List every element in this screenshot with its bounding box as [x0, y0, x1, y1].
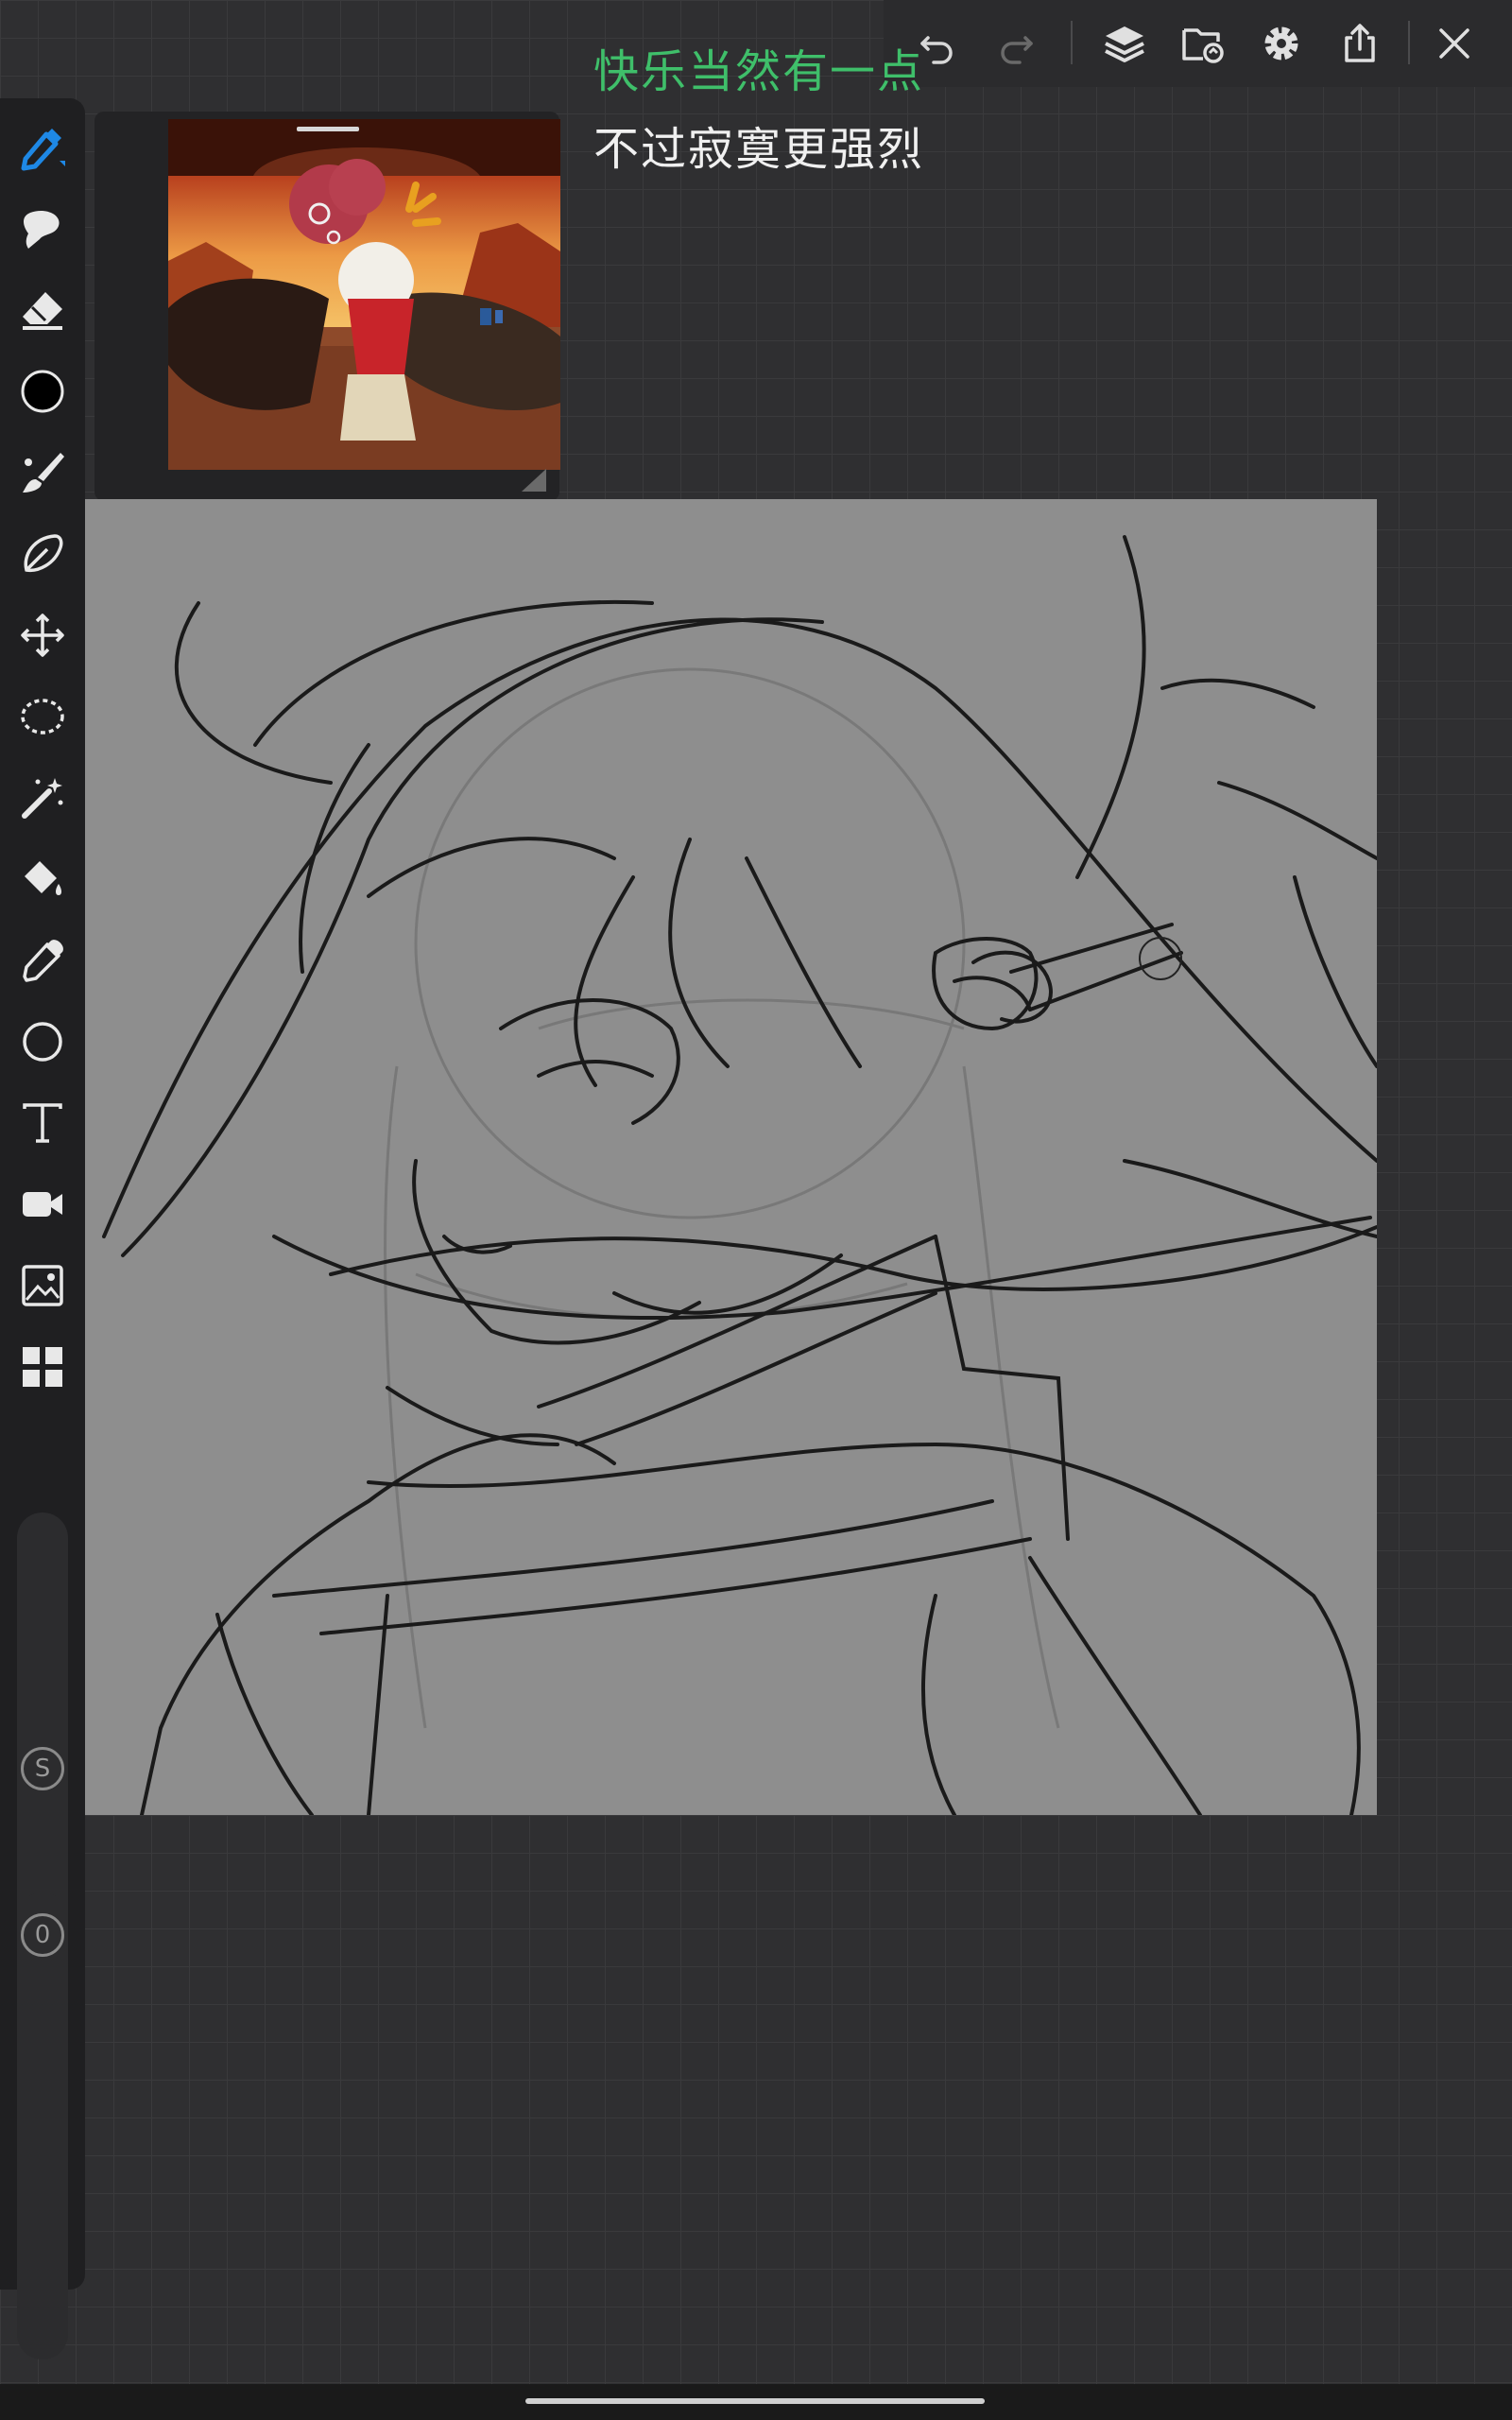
brush-cursor	[1139, 937, 1182, 980]
brush-tool[interactable]	[12, 442, 73, 503]
reference-window[interactable]	[94, 112, 560, 501]
toolbar-separator	[1071, 21, 1073, 64]
lyric-next-line: 不过寂寞更强烈	[593, 123, 925, 176]
lasso-fill-tool[interactable]	[12, 524, 73, 584]
layers-button[interactable]	[1094, 13, 1155, 74]
import-button[interactable]	[1173, 13, 1233, 74]
reference-image	[168, 119, 560, 470]
layers-icon	[1105, 26, 1144, 62]
video-icon	[23, 1192, 62, 1217]
share-icon	[1345, 24, 1375, 62]
gallery-icon	[23, 1347, 62, 1387]
close-icon	[1439, 28, 1469, 59]
shape-icon	[23, 1022, 62, 1062]
gallery-tool[interactable]	[12, 1337, 73, 1397]
share-button[interactable]	[1330, 13, 1390, 74]
lasso-fill-icon	[24, 534, 63, 573]
pen-icon	[21, 129, 65, 171]
eyedropper-icon	[23, 940, 63, 982]
home-indicator[interactable]	[525, 2398, 985, 2404]
text-tool[interactable]	[12, 1093, 73, 1153]
sketch-strokes	[102, 535, 1377, 1815]
drawing-canvas[interactable]	[85, 499, 1377, 1815]
magic-wand-tool[interactable]	[12, 768, 73, 828]
redo-icon	[1001, 36, 1033, 64]
brush-icon	[23, 453, 64, 493]
color-swatch	[21, 370, 64, 413]
eraser-tool[interactable]	[12, 280, 73, 340]
close-button[interactable]	[1424, 13, 1485, 74]
gear-icon	[1264, 26, 1298, 60]
fill-tool[interactable]	[12, 849, 73, 909]
video-tool[interactable]	[12, 1174, 73, 1235]
color-picker[interactable]	[12, 361, 73, 422]
selection-tool[interactable]	[12, 686, 73, 747]
move-icon	[21, 614, 64, 657]
toolbar-separator	[1408, 21, 1410, 64]
eraser-icon	[23, 292, 62, 330]
fill-bucket-icon	[25, 861, 61, 895]
top-toolbar	[884, 0, 1512, 87]
settings-button[interactable]	[1251, 13, 1312, 74]
magic-wand-icon	[22, 778, 63, 819]
resize-handle-icon[interactable]	[516, 463, 554, 497]
smudge-tool[interactable]	[12, 199, 73, 259]
move-tool[interactable]	[12, 605, 73, 666]
selection-icon	[21, 699, 64, 735]
lyric-current-line: 快乐当然有一点	[593, 45, 925, 98]
opacity-slider[interactable]	[17, 1893, 68, 2360]
redo-button[interactable]	[986, 13, 1046, 74]
opacity-label: 0	[21, 1913, 64, 1957]
smudge-icon	[24, 210, 60, 249]
eyedropper-tool[interactable]	[12, 930, 73, 991]
text-icon	[23, 1103, 62, 1143]
pen-tool[interactable]	[12, 117, 73, 178]
brush-size-label: S	[21, 1747, 64, 1790]
tool-sidebar: S 0	[0, 98, 85, 2360]
shape-tool[interactable]	[12, 1011, 73, 1072]
image-icon	[22, 1265, 63, 1306]
import-icon	[1182, 28, 1224, 63]
image-tool[interactable]	[12, 1255, 73, 1316]
